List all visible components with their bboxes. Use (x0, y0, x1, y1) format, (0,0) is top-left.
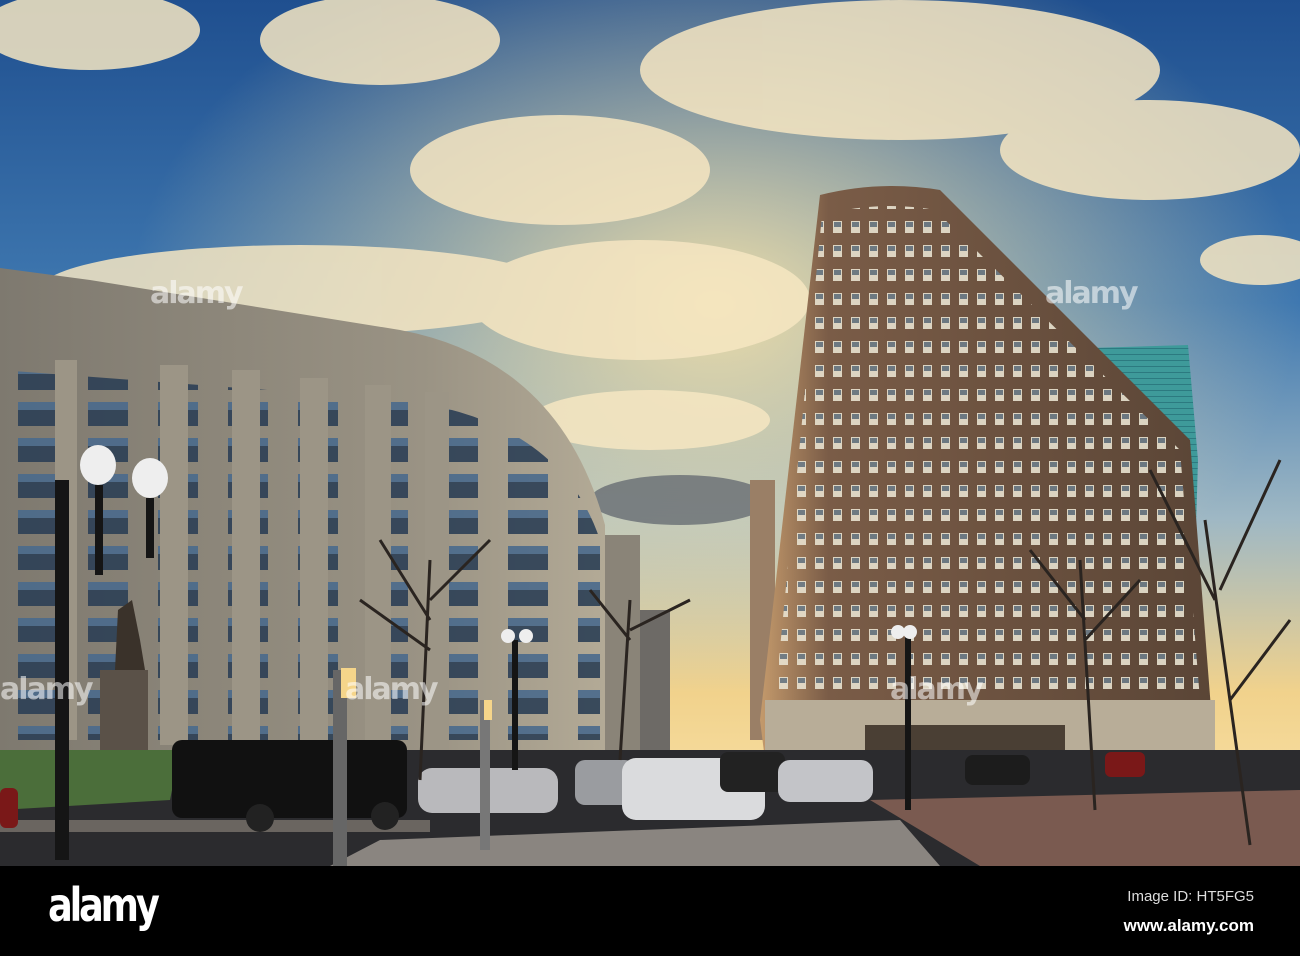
image-id: Image ID: HT5FG5 (1127, 888, 1254, 905)
watermark: alamy (890, 672, 984, 707)
watermark: alamy (1045, 276, 1139, 311)
watermark: alamy (0, 672, 94, 707)
watermark: alamy (345, 672, 439, 707)
footer-bar: alamy Image ID: HT5FG5 www.alamy.com (0, 866, 1300, 956)
statue-pedestal (100, 670, 148, 750)
watermark: alamy (150, 276, 244, 311)
alamy-logo: alamy (48, 878, 160, 932)
stock-photo: alamy alamy alamy alamy alamy alamy Imag… (0, 0, 1300, 956)
website-link: www.alamy.com (1123, 916, 1254, 935)
street-scene-photo (0, 0, 1300, 866)
